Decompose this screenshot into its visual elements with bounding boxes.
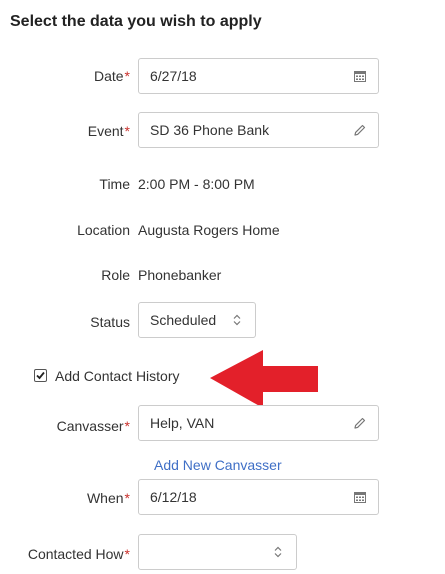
updown-chevron-icon bbox=[271, 545, 285, 559]
when-value: 6/12/18 bbox=[150, 489, 197, 505]
date-field[interactable]: 6/27/18 bbox=[138, 58, 379, 94]
when-field[interactable]: 6/12/18 bbox=[138, 479, 379, 515]
updown-chevron-icon bbox=[230, 313, 244, 327]
required-marker: * bbox=[124, 68, 130, 84]
required-marker: * bbox=[124, 123, 130, 139]
location-value: Augusta Rogers Home bbox=[138, 222, 280, 238]
event-value: SD 36 Phone Bank bbox=[150, 122, 270, 138]
canvasser-value: Help, VAN bbox=[150, 415, 215, 431]
status-select[interactable]: Scheduled bbox=[138, 302, 256, 338]
red-arrow-annotation bbox=[210, 350, 318, 408]
date-value: 6/27/18 bbox=[150, 68, 197, 84]
status-label: Status bbox=[90, 314, 130, 330]
location-label: Location bbox=[77, 222, 130, 238]
role-value: Phonebanker bbox=[138, 267, 222, 283]
checkmark-icon bbox=[36, 371, 45, 380]
calendar-icon[interactable] bbox=[353, 490, 367, 504]
role-label: Role bbox=[101, 267, 130, 283]
contacted-how-select[interactable] bbox=[138, 534, 297, 570]
pencil-icon[interactable] bbox=[353, 123, 367, 137]
canvasser-field[interactable]: Help, VAN bbox=[138, 405, 379, 441]
pencil-icon[interactable] bbox=[353, 416, 367, 430]
add-new-canvasser-link[interactable]: Add New Canvasser bbox=[154, 457, 282, 473]
date-label: Date* bbox=[93, 68, 130, 84]
contact-history-label[interactable]: Add Contact History bbox=[55, 368, 180, 384]
time-label: Time bbox=[99, 176, 130, 192]
when-label: When* bbox=[86, 490, 130, 506]
event-field[interactable]: SD 36 Phone Bank bbox=[138, 112, 379, 148]
form-heading: Select the data you wish to apply bbox=[10, 13, 262, 30]
contact-history-checkbox[interactable] bbox=[34, 369, 47, 382]
canvasser-label: Canvasser* bbox=[56, 418, 130, 434]
event-label: Event* bbox=[87, 123, 130, 139]
contacted-how-label: Contacted How* bbox=[27, 546, 130, 562]
required-marker: * bbox=[124, 546, 130, 562]
status-value: Scheduled bbox=[150, 312, 217, 328]
calendar-icon[interactable] bbox=[353, 69, 367, 83]
required-marker: * bbox=[124, 490, 130, 506]
time-value: 2:00 PM - 8:00 PM bbox=[138, 176, 255, 192]
required-marker: * bbox=[124, 418, 130, 434]
